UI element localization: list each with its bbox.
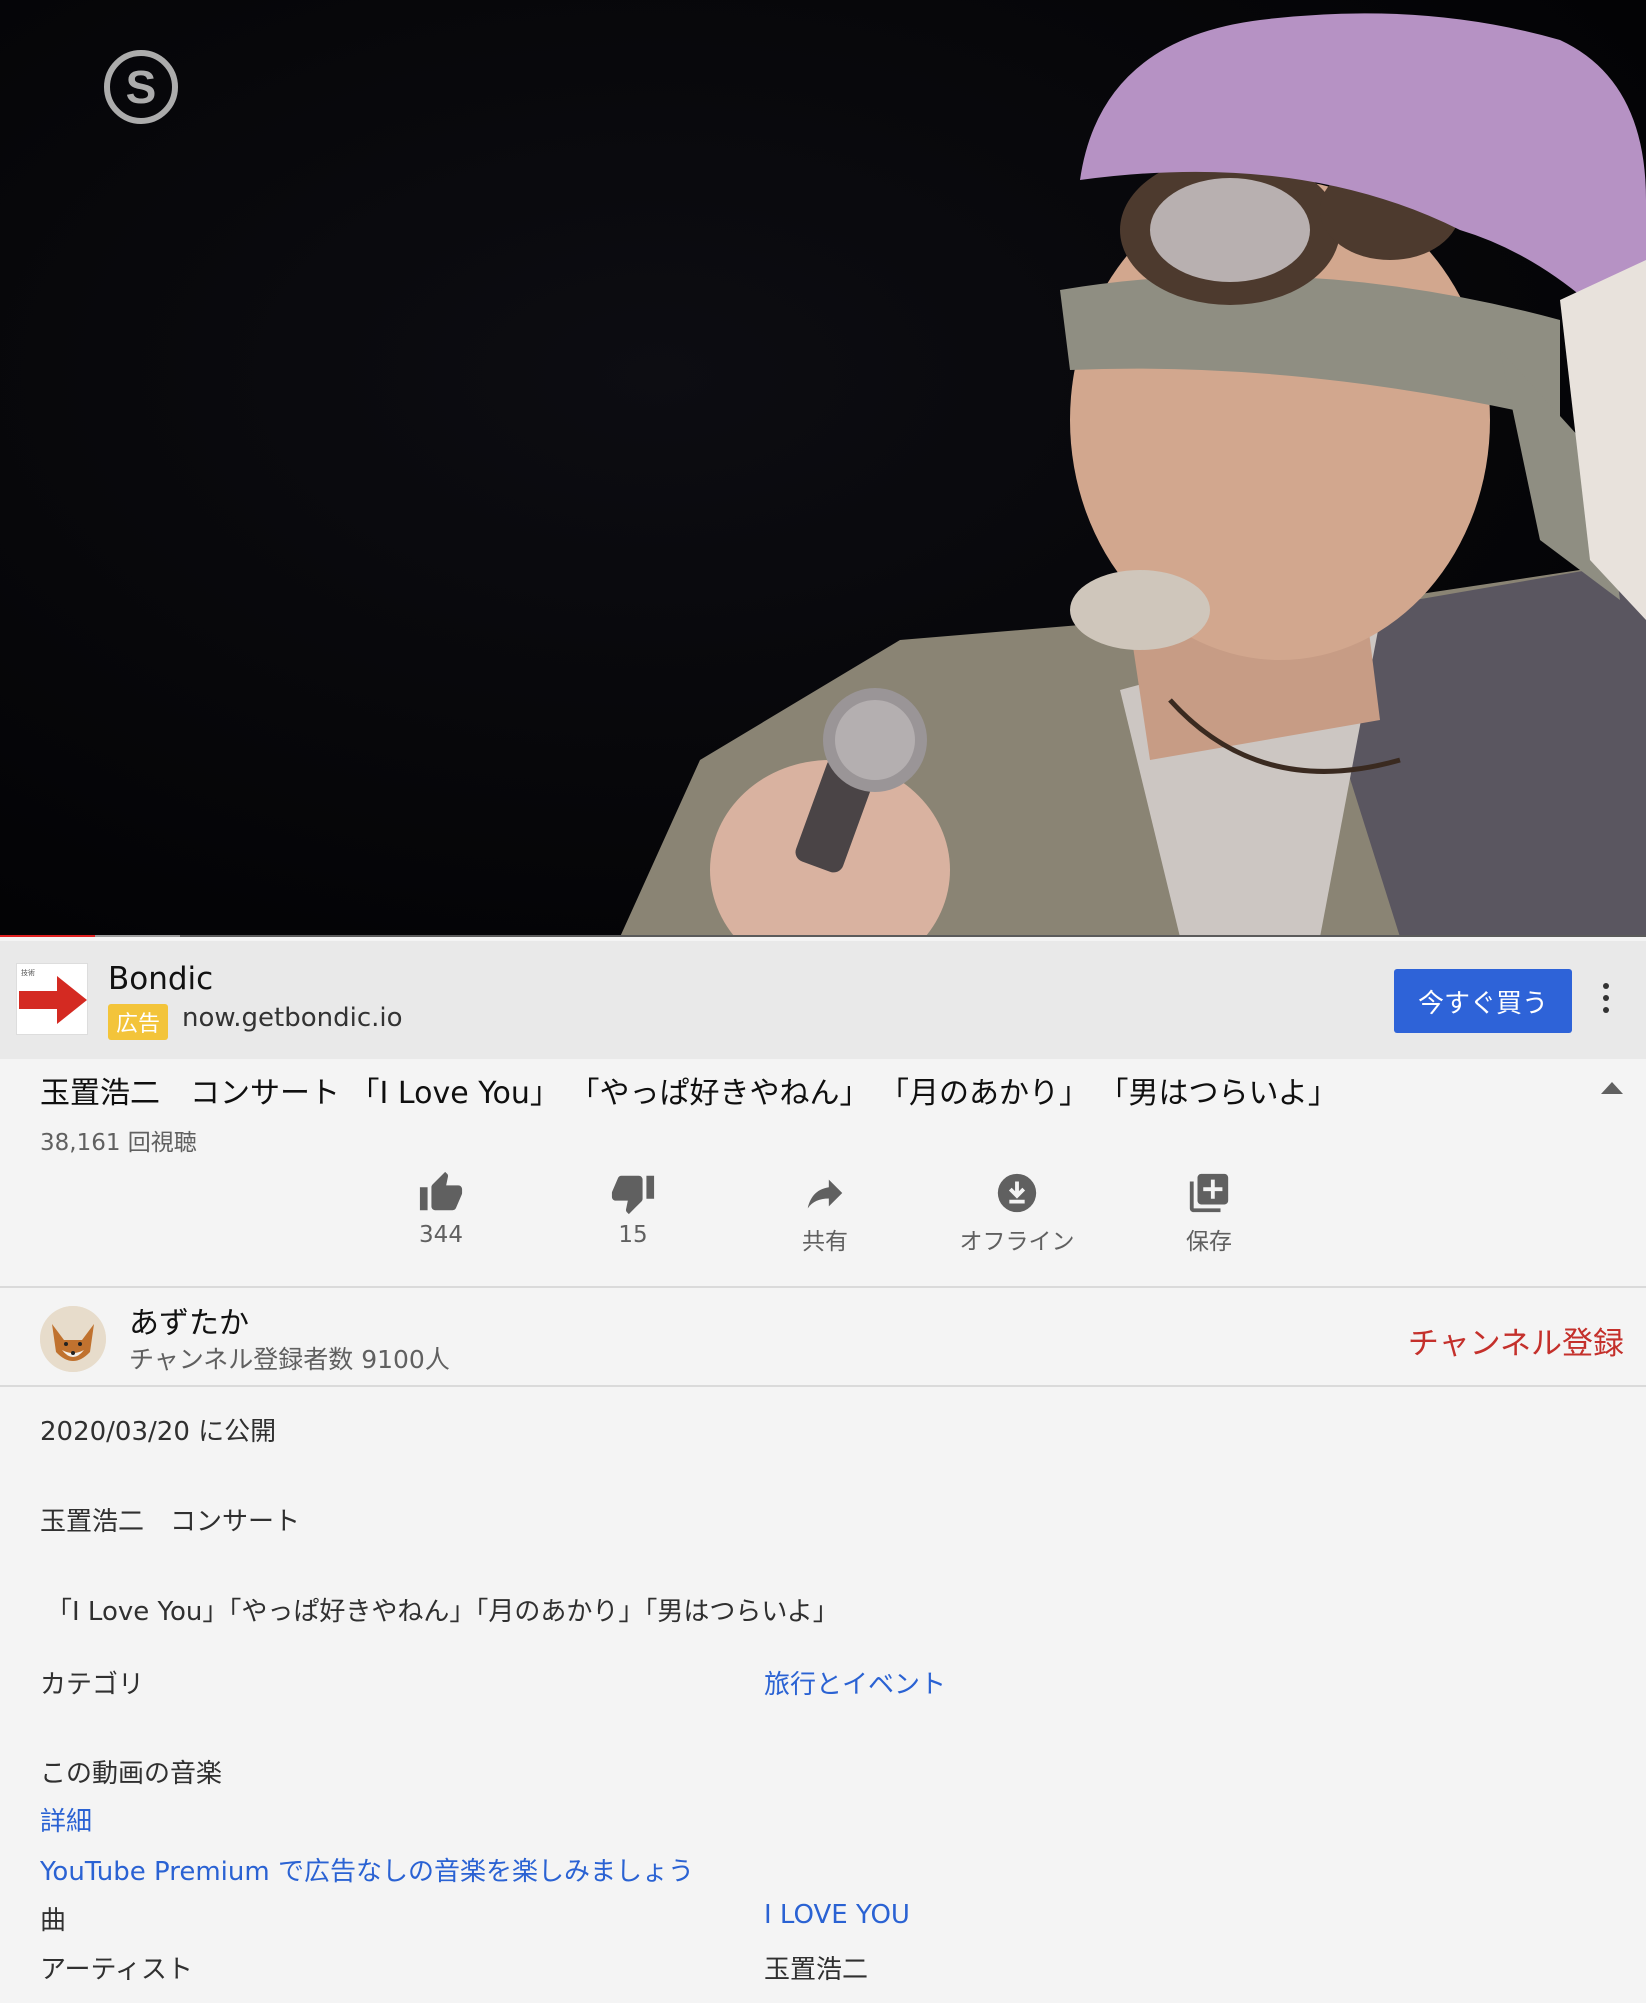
save-label: 保存 bbox=[1186, 1229, 1232, 1255]
buy-now-button[interactable]: 今すぐ買う bbox=[1394, 969, 1572, 1033]
collapse-arrow-icon[interactable] bbox=[1601, 1082, 1623, 1094]
channel-watermark-logo: S bbox=[104, 50, 178, 124]
ad-logo[interactable]: 技術 bbox=[16, 963, 88, 1035]
ad-url[interactable]: now.getbondic.io bbox=[182, 1003, 403, 1033]
subscribe-button[interactable]: チャンネル登録 bbox=[1408, 1318, 1624, 1363]
publish-date: 2020/03/20 に公開 bbox=[40, 1417, 277, 1447]
video-progress-bar[interactable] bbox=[0, 935, 1646, 937]
share-arrow-icon bbox=[807, 1179, 843, 1209]
offline-download-button[interactable]: オフライン bbox=[922, 1170, 1112, 1260]
more-vert-icon[interactable] bbox=[1598, 979, 1614, 1023]
divider bbox=[0, 1286, 1646, 1288]
view-count: 38,161 回視聴 bbox=[40, 1130, 197, 1156]
like-count: 344 bbox=[419, 1222, 463, 1248]
channel-avatar[interactable] bbox=[40, 1306, 106, 1372]
music-details-link[interactable]: 詳細 bbox=[40, 1801, 92, 1838]
video-player[interactable]: S bbox=[0, 0, 1646, 937]
dislike-count: 15 bbox=[618, 1222, 648, 1248]
ad-banner[interactable]: 技術 Bondic 広告 now.getbondic.io 今すぐ買う bbox=[0, 941, 1646, 1059]
description-line: 「I Love You」「やっぱ好きやねん」「月のあかり」「男はつらいよ」 bbox=[46, 1597, 839, 1627]
red-arrow-icon bbox=[19, 976, 87, 1024]
share-button[interactable]: 共有 bbox=[730, 1170, 920, 1260]
category-link[interactable]: 旅行とイベント bbox=[764, 1664, 946, 1701]
thumbs-up-icon bbox=[419, 1171, 463, 1211]
dislike-button[interactable]: 15 bbox=[538, 1170, 728, 1260]
song-link[interactable]: I LOVE YOU bbox=[764, 1900, 910, 1930]
fox-avatar-image bbox=[40, 1306, 106, 1372]
description-line: 玉置浩二 コンサート bbox=[40, 1507, 301, 1537]
artist-value: 玉置浩二 bbox=[764, 1955, 869, 1985]
ad-advertiser-name: Bondic bbox=[108, 961, 214, 997]
subscriber-count: チャンネル登録者数 9100人 bbox=[129, 1345, 450, 1374]
channel-name[interactable]: あずたか bbox=[129, 1298, 249, 1342]
premium-promo-link[interactable]: YouTube Premium で広告なしの音楽を楽しみましょう bbox=[40, 1851, 694, 1888]
playlist-add-icon bbox=[1189, 1173, 1229, 1213]
download-icon bbox=[997, 1173, 1037, 1213]
song-label: 曲 bbox=[40, 1906, 67, 1936]
progress-played bbox=[0, 935, 95, 937]
artist-label: アーティスト bbox=[40, 1955, 193, 1985]
offline-label: オフライン bbox=[959, 1229, 1075, 1255]
divider bbox=[0, 1385, 1646, 1387]
video-title[interactable]: 玉置浩二 コンサート 「I Love You」 「やっぱ好きやねん」 「月のあか… bbox=[40, 1068, 1338, 1112]
share-label: 共有 bbox=[802, 1229, 848, 1255]
category-label: カテゴリ bbox=[40, 1670, 145, 1700]
music-heading: この動画の音楽 bbox=[40, 1759, 223, 1789]
video-frame-image bbox=[0, 0, 1646, 937]
like-button[interactable]: 344 bbox=[346, 1170, 536, 1260]
ad-badge: 広告 bbox=[108, 1004, 169, 1040]
thumbs-down-icon bbox=[611, 1175, 655, 1215]
save-button[interactable]: 保存 bbox=[1114, 1170, 1304, 1260]
